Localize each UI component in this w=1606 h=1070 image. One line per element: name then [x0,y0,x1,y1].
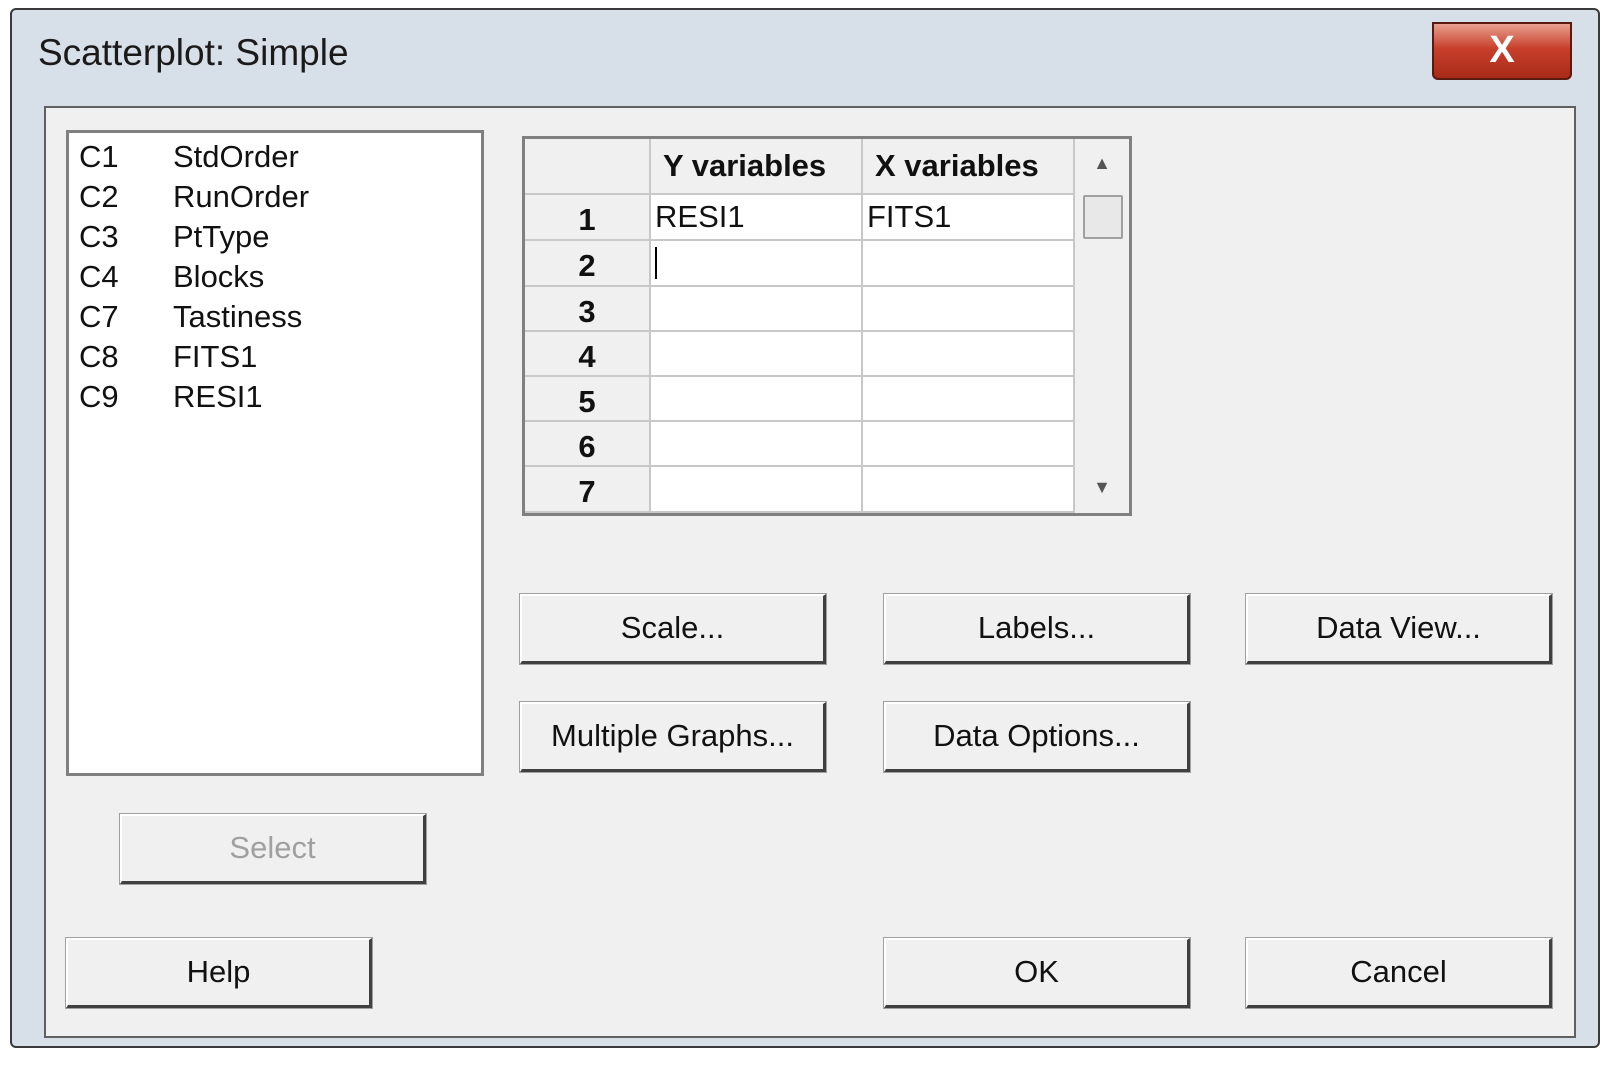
row-number: 4 [525,332,651,377]
row-number: 7 [525,467,651,513]
y-variable-cell[interactable] [651,422,863,467]
x-variable-cell[interactable] [863,287,1075,332]
column-id: C8 [79,339,119,374]
y-variable-cell[interactable] [651,467,863,513]
scroll-thumb[interactable] [1083,195,1123,239]
grid-scrollbar[interactable]: ▲ ▼ [1075,139,1129,513]
multiple-graphs-button[interactable]: Multiple Graphs... [519,701,827,773]
variable-list[interactable]: C1 StdOrder C2 RunOrder C3 PtType C4 Blo… [66,130,484,776]
column-name: PtType [173,219,270,254]
y-variables-header: Y variables [651,139,863,195]
cancel-button[interactable]: Cancel [1245,937,1553,1009]
y-variable-cell[interactable] [651,287,863,332]
column-id: C2 [79,179,119,214]
column-name: StdOrder [173,139,299,174]
close-button[interactable]: X [1432,22,1572,80]
dialog-body: C1 StdOrder C2 RunOrder C3 PtType C4 Blo… [44,106,1576,1038]
column-name: RunOrder [173,179,310,214]
row-number: 6 [525,422,651,467]
y-variable-cell[interactable] [651,241,863,287]
row-number: 3 [525,287,651,332]
x-variable-cell[interactable]: FITS1 [863,195,1075,241]
variables-grid: Y variables X variables 1 RESI1 FITS1 2 … [522,136,1132,516]
row-number: 2 [525,241,651,287]
row-number: 5 [525,377,651,422]
select-button[interactable]: Select [119,813,427,885]
y-variable-cell[interactable]: RESI1 [651,195,863,241]
text-cursor [655,247,657,279]
ok-button[interactable]: OK [883,937,1191,1009]
dialog-window: Scatterplot: Simple X C1 StdOrder C2 Run… [10,8,1600,1048]
grid-corner [525,139,651,195]
x-variable-cell[interactable] [863,422,1075,467]
window-title: Scatterplot: Simple [38,32,349,73]
x-variable-cell[interactable] [863,467,1075,513]
column-id: C3 [79,219,119,254]
data-view-button[interactable]: Data View... [1245,593,1553,665]
column-id: C4 [79,259,119,294]
x-variable-cell[interactable] [863,241,1075,287]
y-variable-cell[interactable] [651,377,863,422]
column-name: FITS1 [173,339,258,374]
x-variables-header: X variables [863,139,1075,195]
data-options-button[interactable]: Data Options... [883,701,1191,773]
y-variable-cell[interactable] [651,332,863,377]
row-number: 1 [525,195,651,241]
scroll-down-icon[interactable]: ▼ [1089,477,1115,503]
scale-button[interactable]: Scale... [519,593,827,665]
scroll-up-icon[interactable]: ▲ [1089,153,1115,179]
x-variable-cell[interactable] [863,332,1075,377]
column-id: C7 [79,299,119,334]
column-name: Blocks [173,259,265,294]
column-name: RESI1 [173,379,263,414]
x-variable-cell[interactable] [863,377,1075,422]
column-id: C1 [79,139,119,174]
column-id: C9 [79,379,119,414]
labels-button[interactable]: Labels... [883,593,1191,665]
column-name: Tastiness [173,299,303,334]
help-button[interactable]: Help [65,937,373,1009]
